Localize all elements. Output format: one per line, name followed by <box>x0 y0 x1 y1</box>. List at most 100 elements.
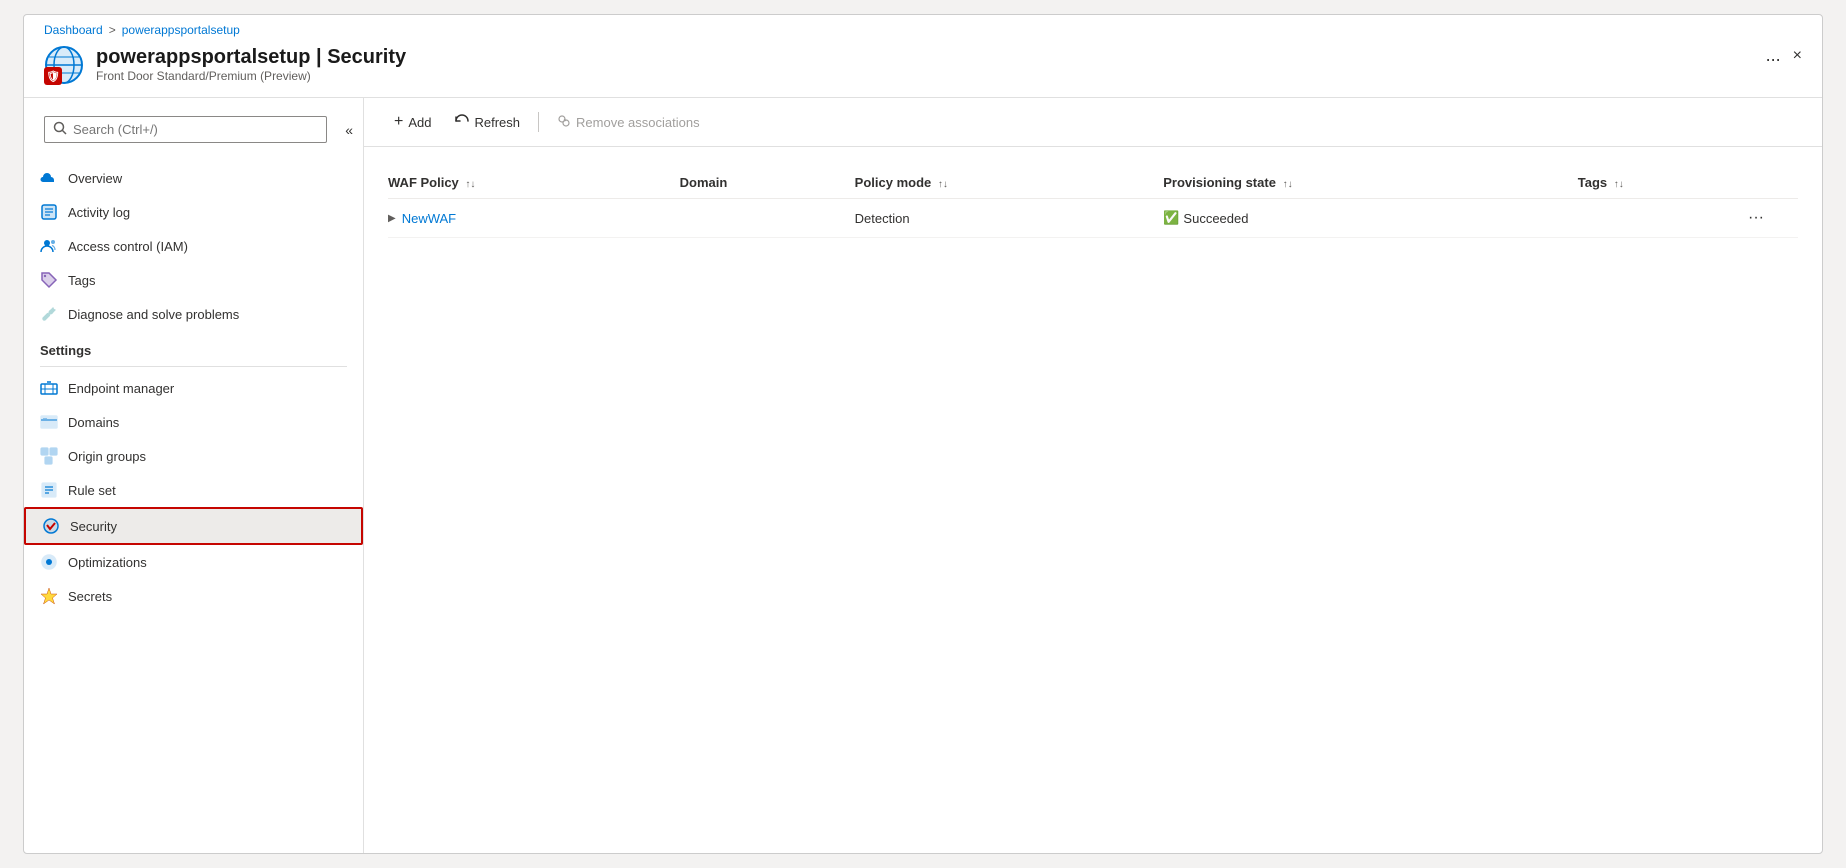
optimizations-icon <box>40 553 58 571</box>
sidebar-item-diagnose[interactable]: Diagnose and solve problems <box>24 297 363 331</box>
col-tags[interactable]: Tags ↑↓ <box>1578 167 1748 199</box>
sidebar-item-access-control[interactable]: Access control (IAM) <box>24 229 363 263</box>
add-button[interactable]: + Add <box>384 108 441 136</box>
header-separator: | <box>316 46 327 68</box>
search-input[interactable] <box>73 122 318 137</box>
cell-provisioning-state: ✅ Succeeded <box>1163 199 1578 238</box>
people-icon <box>40 237 58 255</box>
main-layout: « Overview <box>24 98 1822 853</box>
svg-text:🛡: 🛡 <box>46 70 60 83</box>
table-area: WAF Policy ↑↓ Domain Policy mode ↑↓ <box>364 147 1822 853</box>
table-row: ▶ NewWAF Detection <box>388 199 1798 238</box>
security-icon <box>42 517 60 535</box>
cell-row-actions: ··· <box>1748 199 1798 238</box>
remove-associations-button[interactable]: Remove associations <box>547 109 710 136</box>
row-more-options-button[interactable]: ··· <box>1748 209 1764 226</box>
breadcrumb-separator: > <box>109 23 116 37</box>
row-expand-icon[interactable]: ▶ <box>388 213 396 224</box>
col-policy-mode-label: Policy mode <box>855 175 932 190</box>
success-icon: ✅ <box>1163 210 1179 226</box>
col-actions <box>1748 167 1798 199</box>
add-icon: + <box>394 113 403 131</box>
origin-icon <box>40 447 58 465</box>
breadcrumb-resource[interactable]: powerappsportalsetup <box>122 23 240 37</box>
col-domain: Domain <box>680 167 855 199</box>
refresh-icon <box>455 114 469 131</box>
sidebar-item-security-label: Security <box>70 519 117 534</box>
wrench-icon <box>40 305 58 323</box>
remove-associations-icon <box>557 114 571 131</box>
col-tags-sort-icon: ↑↓ <box>1614 179 1624 190</box>
col-provisioning-state[interactable]: Provisioning state ↑↓ <box>1163 167 1578 199</box>
cell-tags <box>1578 199 1748 238</box>
col-provisioning-state-sort-icon: ↑↓ <box>1283 179 1293 190</box>
secrets-icon <box>40 587 58 605</box>
sidebar-item-origin-groups[interactable]: Origin groups <box>24 439 363 473</box>
header-section: 🛡 powerappsportalsetup | Security Front … <box>24 37 1822 98</box>
col-policy-mode-sort-icon: ↑↓ <box>938 179 948 190</box>
breadcrumb: Dashboard > powerappsportalsetup <box>24 15 1822 37</box>
endpoint-icon <box>40 379 58 397</box>
remove-associations-label: Remove associations <box>576 115 700 130</box>
close-button[interactable]: × <box>1793 47 1802 65</box>
log-icon <box>40 203 58 221</box>
sidebar-item-overview[interactable]: Overview <box>24 161 363 195</box>
header-text-group: powerappsportalsetup | Security Front Do… <box>96 45 406 83</box>
domains-icon <box>40 413 58 431</box>
header-title: powerappsportalsetup | Security <box>96 45 406 69</box>
sidebar-item-optimizations-label: Optimizations <box>68 555 147 570</box>
sidebar-item-secrets[interactable]: Secrets <box>24 579 363 613</box>
add-label: Add <box>408 115 431 130</box>
col-waf-policy-label: WAF Policy <box>388 175 459 190</box>
table-header-row: WAF Policy ↑↓ Domain Policy mode ↑↓ <box>388 167 1798 199</box>
settings-section-label: Settings <box>24 331 363 362</box>
col-policy-mode[interactable]: Policy mode ↑↓ <box>855 167 1164 199</box>
status-cell: ✅ Succeeded <box>1163 210 1566 226</box>
sidebar-item-domains[interactable]: Domains <box>24 405 363 439</box>
toolbar: + Add Refresh <box>364 98 1822 147</box>
sidebar-item-optimizations[interactable]: Optimizations <box>24 545 363 579</box>
header-subtitle: Front Door Standard/Premium (Preview) <box>96 69 406 83</box>
waf-policy-name: NewWAF <box>402 211 456 226</box>
refresh-label: Refresh <box>474 115 520 130</box>
content-area: + Add Refresh <box>364 98 1822 853</box>
sidebar-item-domains-label: Domains <box>68 415 119 430</box>
sidebar-item-endpoint-manager[interactable]: Endpoint manager <box>24 371 363 405</box>
sidebar-item-endpoint-manager-label: Endpoint manager <box>68 381 174 396</box>
policy-mode-value: Detection <box>855 211 910 226</box>
search-icon <box>53 121 67 138</box>
sidebar-item-overview-label: Overview <box>68 171 122 186</box>
cell-waf-policy: ▶ NewWAF <box>388 199 680 238</box>
cell-policy-mode: Detection <box>855 199 1164 238</box>
refresh-button[interactable]: Refresh <box>445 109 530 136</box>
page-title: Security <box>327 46 406 68</box>
data-table: WAF Policy ↑↓ Domain Policy mode ↑↓ <box>388 167 1798 238</box>
col-waf-policy-sort-icon: ↑↓ <box>465 179 475 190</box>
waf-policy-link[interactable]: ▶ NewWAF <box>388 211 668 226</box>
sidebar-item-tags[interactable]: Tags <box>24 263 363 297</box>
more-options-button[interactable]: ... <box>1766 45 1781 66</box>
breadcrumb-dashboard[interactable]: Dashboard <box>44 23 103 37</box>
sidebar: « Overview <box>24 98 364 853</box>
col-provisioning-state-label: Provisioning state <box>1163 175 1276 190</box>
resource-icon: 🛡 <box>44 45 84 85</box>
sidebar-item-rule-set-label: Rule set <box>68 483 116 498</box>
settings-divider <box>40 366 347 367</box>
col-tags-label: Tags <box>1578 175 1607 190</box>
cloud-icon <box>40 169 58 187</box>
search-bar <box>44 116 327 143</box>
resource-name: powerappsportalsetup <box>96 46 310 68</box>
header-right: ... × <box>1766 45 1802 66</box>
collapse-button[interactable]: « <box>345 122 353 138</box>
provisioning-state-value: Succeeded <box>1183 211 1248 226</box>
sidebar-item-access-control-label: Access control (IAM) <box>68 239 188 254</box>
sidebar-item-diagnose-label: Diagnose and solve problems <box>68 307 239 322</box>
cell-domain <box>680 199 855 238</box>
main-window: Dashboard > powerappsportalsetup 🛡 power… <box>23 14 1823 854</box>
col-waf-policy[interactable]: WAF Policy ↑↓ <box>388 167 680 199</box>
ruleset-icon <box>40 481 58 499</box>
sidebar-item-security[interactable]: Security <box>24 507 363 545</box>
toolbar-divider <box>538 112 539 132</box>
sidebar-item-rule-set[interactable]: Rule set <box>24 473 363 507</box>
sidebar-item-activity-log[interactable]: Activity log <box>24 195 363 229</box>
